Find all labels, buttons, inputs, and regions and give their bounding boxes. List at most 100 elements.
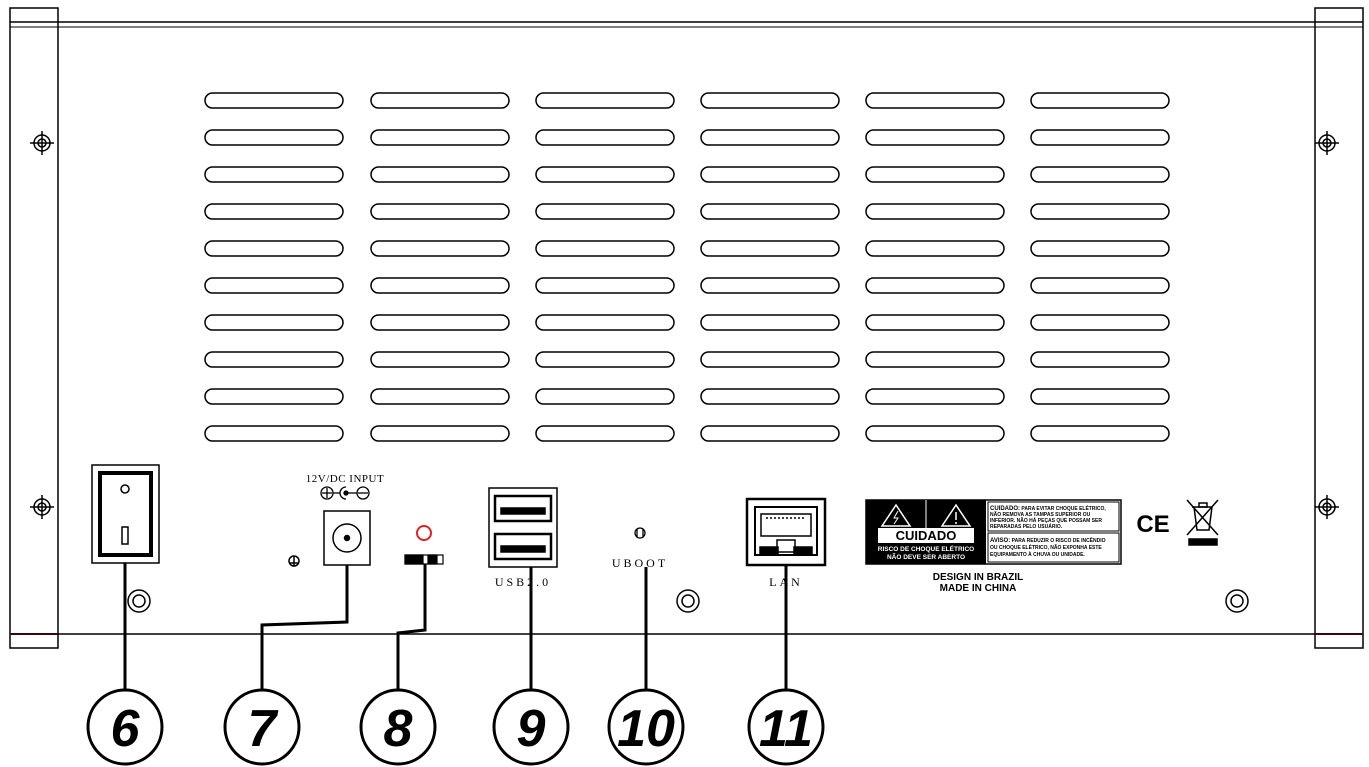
vent-slot [700,314,840,331]
uboot-button[interactable] [634,527,646,539]
warning-title: CUIDADO [896,528,957,543]
rack-screw-tr [1315,131,1339,155]
cuidado-text-2: NÃO REMOVA AS TAMPAS SUPERIOR OU [990,511,1091,518]
vent-slot [370,92,510,109]
vent-slot [1030,351,1170,368]
rear-panel-diagram: 12V/DC INPUT USB2.0 UBOOT LAN CUIDADO RI… [9,7,1364,766]
cuidado-text-4: REPARADAS PELO USUÁRIO. [990,523,1063,530]
vent-slot [1030,166,1170,183]
cuidado-text-3: INFERIOR. NÃO HÁ PEÇAS QUE POSSAM SER [990,517,1102,524]
vent-slot [204,425,344,442]
uboot-label: UBOOT [612,556,668,570]
vent-slot [865,388,1005,405]
vent-slot [1030,277,1170,294]
vent-slot [700,277,840,294]
vent-slot [865,203,1005,220]
power-indicator-led [416,525,432,541]
vent-slot [1030,314,1170,331]
vent-slot [370,388,510,405]
vent-slot [865,129,1005,146]
chassis-screw-left [127,589,151,613]
vent-slot [700,166,840,183]
design-origin-text: DESIGN IN BRAZIL [933,572,1024,583]
vent-slot [370,351,510,368]
callout-number: 6 [111,700,141,758]
vent-slot [535,166,675,183]
callout-11: 11 [747,688,825,766]
vent-slot [865,92,1005,109]
cuidado-text-1: PARA EVITAR CHOQUE ELÉTRICO, [1021,504,1106,512]
ventilation-grille [204,92,1170,442]
callout-8: 8 [359,688,437,766]
vent-slot [204,351,344,368]
callout-number: 11 [759,700,813,758]
vent-slot [204,240,344,257]
vent-slot [700,240,840,257]
vent-slot [700,203,840,220]
power-input-label: 12V/DC INPUT [306,473,384,485]
vent-slot [535,240,675,257]
vent-slot [370,425,510,442]
vent-slot [535,277,675,294]
weee-bin-icon [1186,499,1219,546]
usb-port-label: USB2.0 [495,575,551,589]
vent-slot [535,351,675,368]
callout-9: 9 [492,688,570,766]
vent-slot [370,166,510,183]
vent-slot [700,351,840,368]
vent-slot [865,425,1005,442]
vent-slot [535,92,675,109]
rack-screw-tl [30,131,54,155]
vent-slot [700,388,840,405]
warning-label: CUIDADO RISCO DE CHOQUE ELÉTRICO NÃO DEV… [865,499,1122,565]
right-rack-ear [1314,7,1364,649]
aviso-heading: AVISO: [990,538,1010,544]
callout-number: 7 [248,700,279,758]
callout-number: 8 [384,700,413,758]
warning-line-1: RISCO DE CHOQUE ELÉTRICO [878,544,974,553]
vent-slot [370,314,510,331]
vent-slot [204,388,344,405]
aviso-text-2: OU CHOQUE ELÉTRICO, NÃO EXPONHA ESTE [990,543,1102,551]
vent-slot [370,277,510,294]
dc-power-jack[interactable] [323,510,371,566]
leader-lines [123,563,788,690]
vent-slot [865,277,1005,294]
vent-slot [204,314,344,331]
vent-slot [535,314,675,331]
vent-slot [1030,92,1170,109]
made-origin-text: MADE IN CHINA [940,583,1017,594]
reset-button[interactable] [404,554,444,565]
callout-10: 10 [607,688,685,766]
vent-slot [865,240,1005,257]
ce-mark-icon: CE [1136,511,1169,538]
callout-6: 6 [86,688,164,766]
chassis-screw-right [1225,589,1249,613]
vent-slot [204,203,344,220]
vent-slot [535,425,675,442]
vent-slot [204,166,344,183]
vent-slot [535,203,675,220]
warning-line-2: NÃO DEVE SER ABERTO [887,552,965,561]
aviso-text-1: PARA REDUZIR O RISCO DE INCÊNDIO [1012,536,1106,544]
vent-slot [1030,240,1170,257]
rack-screw-bl [30,495,54,519]
polarity-icon [320,486,370,500]
callout-markers: 6 7 8 9 10 11 [86,688,825,766]
power-switch[interactable] [91,464,160,564]
svg-text:AVISO: PARA REDUZIR O RISCO DE: AVISO: PARA REDUZIR O RISCO DE INCÊNDIO [990,536,1106,544]
aviso-text-3: EQUIPAMENTO À CHUVA OU UNIDADE. [990,551,1085,558]
vent-slot [700,425,840,442]
callout-number: 9 [517,700,546,758]
vent-slot [865,166,1005,183]
lan-port[interactable] [745,497,827,567]
vent-slot [1030,203,1170,220]
vent-slot [370,240,510,257]
vent-slot [700,92,840,109]
vent-slot [204,92,344,109]
chassis [10,21,1363,635]
chassis-screw-middle [676,589,700,613]
usb-port[interactable] [488,487,558,568]
vent-slot [370,129,510,146]
svg-text:CUIDADO: PARA EVITAR CHOQUE EL: CUIDADO: PARA EVITAR CHOQUE ELÉTRICO, [990,504,1106,512]
